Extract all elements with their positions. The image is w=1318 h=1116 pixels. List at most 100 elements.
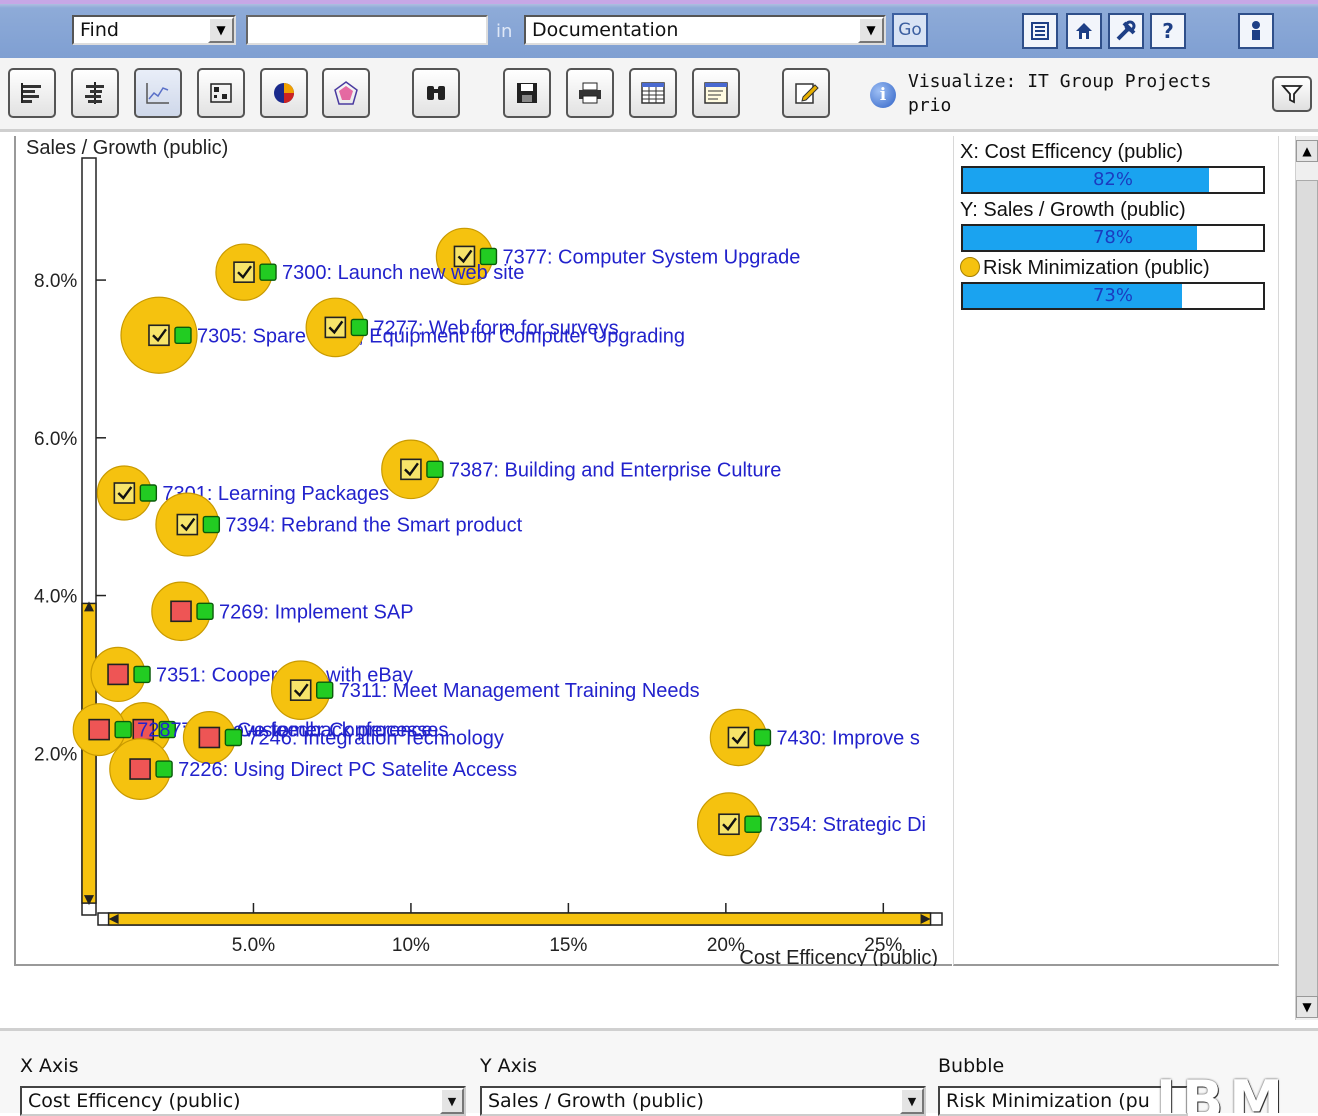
- status-checkbox: [88, 718, 110, 741]
- x-tick-label: 5.0%: [232, 935, 275, 956]
- y-axis-title: Y Axis: [480, 1055, 538, 1077]
- legend-y-bar: 78%: [961, 224, 1265, 252]
- y-axis-select[interactable]: Sales / Growth (public) ▼: [480, 1086, 926, 1116]
- status-green-square: [139, 484, 158, 502]
- x-tick-label: 15%: [549, 935, 587, 956]
- tools-icon[interactable]: [1108, 13, 1144, 49]
- radar-chart-icon[interactable]: [322, 68, 370, 118]
- legend-x-pct: 82%: [1092, 169, 1133, 190]
- chevron-down-icon[interactable]: ▼: [900, 1088, 924, 1114]
- help-icon[interactable]: ?: [1150, 13, 1186, 49]
- point-label: 7269: Implement SAP: [219, 601, 414, 623]
- point-label: 7277: Web form for surveys: [373, 317, 618, 339]
- status-checkbox: [727, 726, 750, 749]
- point-label: 7430: Improve s: [776, 727, 919, 749]
- point-label: 7387: Building and Enterprise Culture: [449, 459, 781, 481]
- legend-x-bar: 82%: [961, 166, 1265, 194]
- y-axis-label: Sales / Growth (public): [26, 137, 228, 159]
- legend-bubble-pct: 73%: [1092, 285, 1133, 306]
- scroll-down-icon[interactable]: ▼: [1296, 996, 1318, 1018]
- point-label: 7226: Using Direct PC Satelite Access: [178, 759, 517, 781]
- legend-bubble-text: Risk Minimization (public): [983, 257, 1210, 279]
- info-icon: i: [870, 82, 896, 108]
- find-select[interactable]: Find ▼: [72, 15, 236, 45]
- status-checkbox: [148, 324, 170, 347]
- legend-y-label: Y: Sales / Growth (public): [960, 199, 1186, 221]
- chevron-down-icon[interactable]: ▼: [858, 17, 884, 43]
- y-tick-label: 2.0%: [34, 744, 77, 765]
- user-icon[interactable]: [1238, 13, 1274, 49]
- scatter-chart-icon[interactable]: [134, 68, 182, 118]
- home-icon[interactable]: [1066, 13, 1102, 49]
- status-checkbox: [170, 600, 192, 623]
- status-green-square: [350, 318, 369, 337]
- status-green-square: [114, 720, 132, 739]
- status-checkbox: [233, 261, 255, 283]
- save-icon[interactable]: [503, 68, 551, 118]
- in-label: in: [496, 21, 513, 42]
- legend-y-pct: 78%: [1092, 227, 1133, 248]
- status-green-square: [316, 681, 334, 699]
- chevron-down-icon[interactable]: ▼: [440, 1088, 464, 1114]
- status-checkbox: [400, 458, 422, 481]
- pie-chart-icon[interactable]: [260, 68, 308, 118]
- binoculars-icon[interactable]: [412, 68, 460, 118]
- legend-bubble-bar: 73%: [961, 282, 1265, 310]
- status-green-square: [224, 728, 243, 747]
- scroll-thumb[interactable]: [1296, 180, 1318, 998]
- print-icon[interactable]: [566, 68, 614, 118]
- status-checkbox: [129, 758, 151, 780]
- scope-select-value: Documentation: [532, 19, 679, 41]
- status-green-square: [202, 515, 221, 534]
- edit-icon[interactable]: [782, 68, 830, 118]
- bubble-axis-title: Bubble: [938, 1055, 1005, 1077]
- find-select-value: Find: [80, 19, 119, 41]
- status-green-square: [426, 460, 444, 479]
- table-icon[interactable]: [629, 68, 677, 118]
- scroll-up-icon[interactable]: ▲: [1296, 140, 1318, 162]
- status-checkbox: [107, 663, 129, 686]
- filter-icon[interactable]: [1272, 76, 1312, 112]
- matrix-chart-icon[interactable]: [197, 68, 245, 118]
- x-axis-select[interactable]: Cost Efficency (public) ▼: [20, 1086, 466, 1116]
- x-range-bar: [107, 912, 932, 926]
- vertical-scrollbar[interactable]: ▲ ▼: [1295, 136, 1318, 1020]
- bubble-axis-select[interactable]: Risk Minimization (pu: [938, 1086, 1188, 1116]
- point-label: 7300: Launch new web site: [282, 262, 524, 284]
- go-button[interactable]: Go: [892, 13, 928, 47]
- bar-chart-icon[interactable]: [8, 68, 56, 118]
- report-icon[interactable]: [692, 68, 740, 118]
- point-label: 7394: Rebrand the Smart product: [225, 515, 522, 537]
- status-checkbox: [198, 726, 221, 749]
- points-layer: 7377: Computer System Upgrade7300: Launc…: [72, 227, 926, 857]
- ibm-logo: IBM: [1156, 1072, 1289, 1113]
- status-green-square: [259, 263, 277, 281]
- chevron-down-icon[interactable]: ▼: [208, 17, 234, 43]
- list-icon[interactable]: [1022, 13, 1058, 49]
- point-label: 7377: Computer System Upgrade: [502, 246, 800, 268]
- bubble-axis-select-value: Risk Minimization (pu: [946, 1090, 1150, 1112]
- visualize-title: Visualize: IT Group Projects prio: [908, 71, 1212, 116]
- status-green-square: [753, 728, 772, 747]
- point-label: 7311: Meet Management Training Needs: [339, 680, 700, 702]
- y-axis-select-value: Sales / Growth (public): [488, 1090, 704, 1112]
- status-checkbox: [176, 513, 199, 536]
- status-checkbox: [113, 482, 136, 504]
- x-axis-select-value: Cost Efficency (public): [28, 1090, 241, 1112]
- legend-bubble-label: Risk Minimization (public): [960, 257, 1210, 280]
- search-input[interactable]: [246, 15, 488, 45]
- status-checkbox: [289, 679, 312, 701]
- scope-select[interactable]: Documentation ▼: [524, 15, 886, 45]
- y-tick-label: 6.0%: [34, 429, 77, 450]
- bubble-chart: Sales / Growth (public) 2.0% 4.0% 6.0% 8.0% 5…: [26, 137, 943, 966]
- x-axis-label: Cost Efficency (public): [739, 947, 938, 966]
- point-label: 7354: Strategic Di: [767, 814, 926, 836]
- status-green-square: [744, 815, 762, 833]
- status-green-square: [155, 760, 173, 778]
- status-green-square: [174, 326, 192, 344]
- point-label: 7246: Integration Technology: [247, 727, 504, 749]
- status-green-square: [133, 665, 151, 684]
- gantt-chart-icon[interactable]: [71, 68, 119, 118]
- status-checkbox: [324, 316, 347, 339]
- x-axis-title: X Axis: [20, 1055, 79, 1077]
